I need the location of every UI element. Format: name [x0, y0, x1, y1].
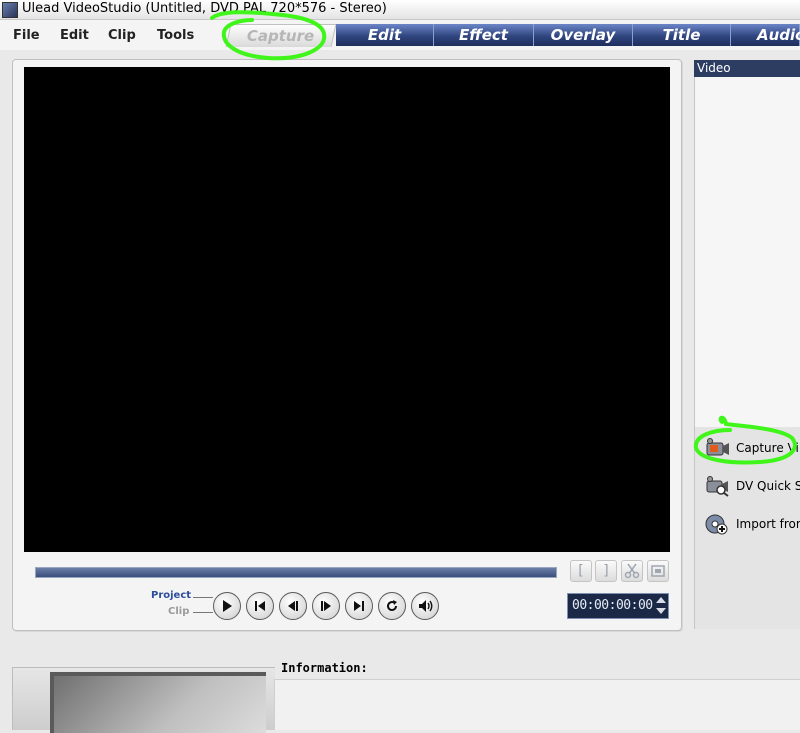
skip-to-end-icon [354, 601, 364, 611]
camcorder-scan-icon [706, 476, 729, 497]
tab-capture-label: Capture [247, 27, 315, 45]
options-panel-title: Video [697, 61, 731, 75]
next-frame-button[interactable] [312, 592, 340, 620]
options-panel-header: Video [694, 60, 800, 77]
tab-effect[interactable]: Effect [434, 24, 534, 46]
mark-out-button[interactable]: ] [595, 560, 617, 582]
play-icon [223, 600, 232, 612]
project-mode-label[interactable]: Project [151, 590, 191, 601]
tab-overlay-label: Overlay [550, 26, 616, 44]
menu-clip[interactable]: Clip [108, 28, 136, 43]
clip-mode-label[interactable]: Clip [168, 606, 189, 617]
menu-file[interactable]: File [13, 28, 40, 43]
previous-frame-button[interactable] [279, 592, 307, 620]
skip-to-start-icon [255, 601, 265, 611]
menu-tools[interactable]: Tools [157, 28, 194, 43]
fullscreen-icon [651, 565, 665, 577]
repeat-icon [387, 600, 398, 612]
import-from-label: Import from [736, 517, 800, 531]
monitor-screen-graphic [50, 672, 266, 733]
fullscreen-button[interactable] [647, 560, 669, 582]
scissors-button[interactable] [621, 560, 643, 582]
end-button[interactable] [345, 592, 373, 620]
information-label: Information: [281, 661, 368, 675]
tab-audio[interactable]: Audio [731, 24, 800, 46]
camcorder-capture-icon [706, 438, 729, 456]
play-button[interactable] [213, 592, 241, 620]
repeat-button[interactable] [378, 592, 406, 620]
dv-quick-scan-option[interactable]: DV Quick S [704, 473, 800, 499]
dv-quick-scan-label: DV Quick S [736, 479, 800, 493]
tab-audio-label: Audio [757, 26, 800, 44]
tab-title-label: Title [662, 26, 701, 44]
capture-video-option[interactable]: Capture Vi [704, 435, 799, 461]
home-button[interactable] [246, 592, 274, 620]
tab-overlay[interactable]: Overlay [534, 24, 633, 46]
timecode-value: 00:00:00:00 [572, 598, 653, 613]
import-from-option[interactable]: Import from [704, 511, 800, 537]
tab-edit[interactable]: Edit [336, 24, 434, 46]
scrubber-bar[interactable] [35, 567, 557, 578]
tab-effect-label: Effect [459, 26, 508, 44]
volume-button[interactable] [411, 592, 439, 620]
mark-in-button[interactable]: [ [570, 560, 592, 582]
tab-capture[interactable]: Capture [225, 24, 337, 47]
project-leader-line [193, 597, 213, 598]
tab-edit-label: Edit [367, 26, 402, 44]
disc-import-icon [705, 514, 728, 535]
menu-edit[interactable]: Edit [60, 28, 89, 43]
scissors-icon [624, 563, 640, 579]
timecode-down-icon[interactable] [656, 608, 666, 614]
capture-video-label: Capture Vi [736, 441, 799, 455]
speaker-icon [419, 600, 433, 612]
title-bar: Ulead VideoStudio (Untitled, DVD PAL 720… [0, 0, 800, 20]
tab-title[interactable]: Title [633, 24, 731, 46]
next-frame-icon [321, 601, 331, 611]
timecode-field[interactable]: 00:00:00:00 [567, 593, 669, 619]
timecode-up-icon[interactable] [656, 597, 666, 603]
preview-window [24, 67, 670, 552]
app-logo-icon [2, 2, 18, 18]
previous-frame-icon [288, 601, 298, 611]
information-panel [274, 679, 800, 730]
window-title: Ulead VideoStudio (Untitled, DVD PAL 720… [22, 1, 387, 16]
clip-leader-line [193, 612, 213, 613]
